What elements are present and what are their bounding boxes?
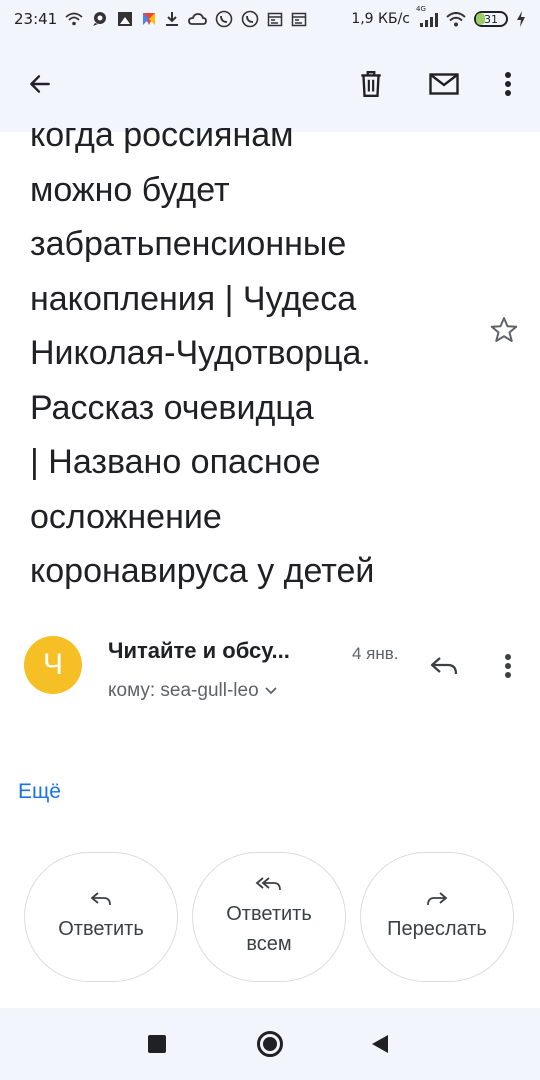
- back-arrow-icon: [30, 75, 50, 93]
- reply-button[interactable]: Ответить: [24, 852, 178, 982]
- reply-all-label: Ответить всем: [226, 903, 312, 955]
- delete-button[interactable]: [347, 60, 395, 108]
- body-line: когда россиянам: [30, 116, 294, 154]
- wifi-signal-icon: [65, 12, 83, 26]
- home-circle-icon: [257, 1031, 283, 1057]
- reply-icon: [430, 657, 458, 675]
- recipient-label: кому: sea-gull-leo: [108, 680, 259, 701]
- trash-icon: [361, 70, 381, 98]
- sent-date: 4 янв.: [352, 644, 399, 663]
- network-badge: 4G: [416, 5, 426, 13]
- forward-label: Переслать: [387, 918, 487, 940]
- reply-all-button[interactable]: Ответить всем: [192, 852, 346, 982]
- status-bar-left: 23:41: [14, 10, 307, 28]
- body-line: | Названо опасное: [30, 443, 321, 481]
- body-line: можно будет: [30, 170, 230, 209]
- chat-bubble-icon: [93, 12, 107, 26]
- body-line: осложнение: [30, 497, 222, 536]
- more-vert-icon: [505, 72, 511, 96]
- mail-icon: [429, 73, 459, 95]
- network-speed: 1,9 КБ/с: [351, 11, 410, 27]
- battery-level: 31: [484, 12, 498, 26]
- more-options-button[interactable]: [484, 60, 532, 108]
- viber-icon-2: [241, 10, 259, 28]
- system-nav-bar: [0, 1008, 540, 1080]
- reply-label: Ответить: [58, 918, 144, 940]
- viber-icon: [215, 10, 233, 28]
- cell-signal-icon: 4G: [416, 5, 438, 27]
- back-button[interactable]: [16, 60, 64, 108]
- system-back-button[interactable]: [364, 1028, 396, 1060]
- calendar-icon: [267, 12, 283, 27]
- recents-square-icon: [148, 1035, 166, 1053]
- photo-app-icon: [118, 12, 133, 26]
- charging-icon: [517, 11, 525, 27]
- body-line: коронавируса у детей: [30, 552, 375, 590]
- star-outline-icon: [490, 317, 518, 342]
- reply-icon: [90, 892, 111, 906]
- forward-button[interactable]: Переслать: [360, 852, 514, 982]
- calendar-icon-2: [291, 12, 307, 27]
- sender-header: Ч Читайте и обсу... 4 янв. кому: sea-gul…: [0, 628, 540, 708]
- recents-button[interactable]: [141, 1028, 173, 1060]
- body-line: Рассказ очевидца: [30, 388, 314, 427]
- battery-icon: 31: [474, 11, 508, 27]
- reply-actions: Ответить Ответить всем Переслать: [24, 852, 516, 984]
- status-bar: 23:41 1,9 КБ/с 4G 31: [0, 0, 540, 38]
- body-line: забратьпенсионные: [30, 225, 347, 263]
- photo-app-icon-2: [143, 13, 156, 25]
- mark-unread-button[interactable]: [420, 60, 468, 108]
- message-more-button[interactable]: [484, 642, 532, 690]
- reply-all-icon: [255, 877, 281, 891]
- clock: 23:41: [14, 10, 58, 28]
- show-more-link[interactable]: Ещё: [18, 780, 61, 804]
- status-bar-right: 1,9 КБ/с 4G 31: [351, 5, 526, 27]
- avatar[interactable]: Ч: [24, 636, 82, 694]
- chevron-down-icon: [265, 687, 277, 695]
- forward-icon: [427, 892, 448, 906]
- email-body: когда россиянам можно будет забратьпенси…: [30, 108, 470, 599]
- back-triangle-icon: [372, 1035, 388, 1053]
- avatar-letter: Ч: [43, 648, 63, 681]
- more-vert-icon: [505, 654, 511, 678]
- reply-icon-button[interactable]: [420, 642, 468, 690]
- sender-name[interactable]: Читайте и обсу...: [108, 638, 290, 664]
- cloud-icon: [188, 13, 208, 25]
- home-button[interactable]: [254, 1028, 286, 1060]
- body-line: Николая-Чудотворца.: [30, 334, 371, 372]
- star-button[interactable]: [486, 312, 522, 348]
- recipient-details[interactable]: кому: sea-gull-leo: [108, 680, 277, 702]
- wifi-icon: [446, 11, 466, 26]
- body-line: накопления | Чудеса: [30, 279, 357, 318]
- download-icon: [166, 12, 179, 26]
